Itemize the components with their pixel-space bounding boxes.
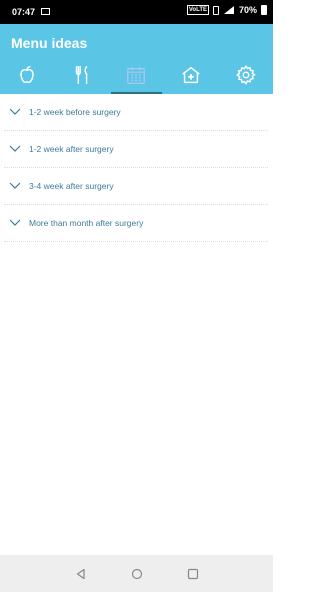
status-icons: VoLTE 70% [186, 5, 267, 15]
list-item-label: 3-4 week after surgery [29, 181, 114, 191]
vibrate-icon [212, 5, 219, 15]
chevron-down-icon [9, 145, 21, 152]
list-item[interactable]: 3-4 week after surgery [4, 168, 268, 205]
recents-icon[interactable] [187, 568, 199, 580]
home-icon[interactable] [131, 568, 143, 580]
back-icon[interactable] [75, 568, 87, 580]
list-item-label: 1-2 week before surgery [29, 107, 121, 117]
image-notification-icon [41, 8, 50, 15]
list-item-label: 1-2 week after surgery [29, 144, 114, 154]
page-title: Menu ideas [11, 35, 88, 51]
tab-meals[interactable] [55, 56, 110, 94]
tab-menu-ideas[interactable] [109, 56, 164, 94]
list-item-label: More than month after surgery [29, 218, 144, 228]
system-nav-bar [0, 555, 273, 592]
tab-fruit[interactable] [0, 56, 55, 94]
gear-icon [235, 65, 256, 86]
list-item[interactable]: 1-2 week before surgery [4, 94, 268, 131]
status-bar: 07:47 VoLTE 70% [0, 0, 273, 24]
chevron-down-icon [9, 219, 21, 226]
app-header: Menu ideas [0, 24, 273, 94]
fork-knife-icon [75, 66, 88, 84]
battery-icon [261, 5, 267, 15]
tab-hospital[interactable] [164, 56, 219, 94]
volte-badge: VoLTE [186, 5, 209, 15]
apple-icon [20, 66, 35, 84]
chevron-down-icon [9, 108, 21, 115]
tab-bar [0, 56, 273, 94]
status-time: 07:47 [12, 7, 36, 17]
tab-settings[interactable] [218, 56, 273, 94]
list-item[interactable]: More than month after surgery [4, 205, 268, 242]
chevron-down-icon [9, 182, 21, 189]
signal-icon [223, 6, 234, 14]
calendar-icon [127, 66, 146, 84]
menu-ideas-list: 1-2 week before surgery 1-2 week after s… [4, 94, 268, 242]
list-item[interactable]: 1-2 week after surgery [4, 131, 268, 168]
hospital-icon [182, 66, 200, 84]
battery-percent: 70% [238, 5, 257, 15]
